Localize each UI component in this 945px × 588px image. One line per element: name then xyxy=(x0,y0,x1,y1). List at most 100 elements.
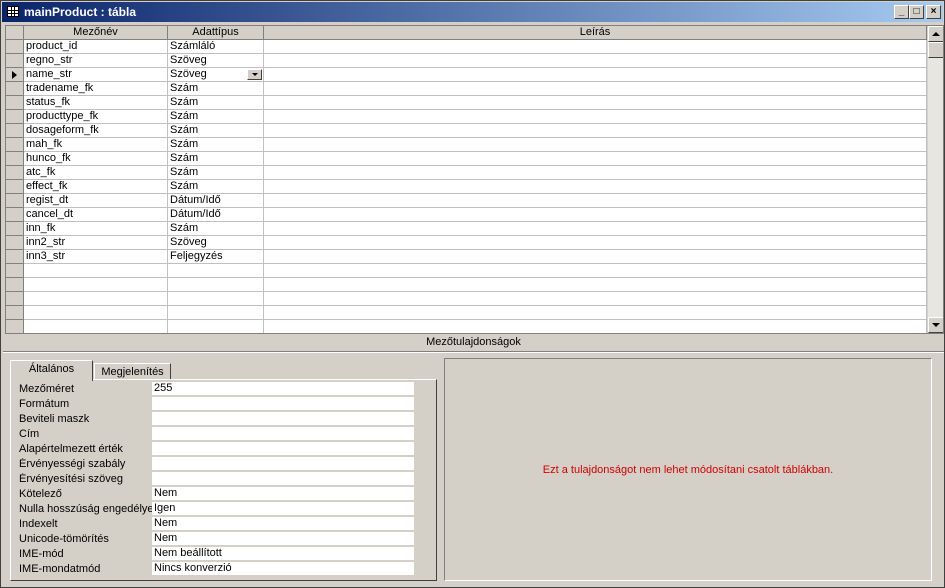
description-cell[interactable] xyxy=(264,278,927,292)
table-row[interactable]: dosageform_fk Szám xyxy=(6,124,927,138)
row-selector[interactable] xyxy=(6,124,24,138)
table-row[interactable]: inn3_str Feljegyzés xyxy=(6,250,927,264)
data-type-cell[interactable]: Szám xyxy=(168,222,264,236)
property-value-field[interactable] xyxy=(152,427,414,441)
table-row[interactable]: status_fk Szám xyxy=(6,96,927,110)
table-row[interactable]: inn2_str Szöveg xyxy=(6,236,927,250)
table-row[interactable] xyxy=(6,264,927,278)
description-cell[interactable] xyxy=(264,236,927,250)
description-cell[interactable] xyxy=(264,138,927,152)
field-name-cell[interactable]: dosageform_fk xyxy=(24,124,168,138)
row-selector[interactable] xyxy=(6,152,24,166)
field-name-cell[interactable]: product_id xyxy=(24,40,168,54)
row-selector[interactable] xyxy=(6,320,24,333)
table-row[interactable]: cancel_dt Dátum/Idő xyxy=(6,208,927,222)
row-selector[interactable] xyxy=(6,82,24,96)
data-type-cell[interactable]: Szám xyxy=(168,166,264,180)
row-selector[interactable] xyxy=(6,208,24,222)
field-name-cell[interactable]: producttype_fk xyxy=(24,110,168,124)
table-row[interactable] xyxy=(6,306,927,320)
description-cell[interactable] xyxy=(264,222,927,236)
property-value-field[interactable]: Nem xyxy=(152,532,414,546)
data-type-cell[interactable] xyxy=(168,292,264,306)
data-type-cell[interactable] xyxy=(168,306,264,320)
data-type-cell[interactable]: Szám xyxy=(168,180,264,194)
data-type-cell[interactable]: Szám xyxy=(168,96,264,110)
field-name-cell[interactable] xyxy=(24,306,168,320)
tab-general[interactable]: Általános xyxy=(10,360,93,381)
property-value-field[interactable] xyxy=(152,442,414,456)
description-cell[interactable] xyxy=(264,110,927,124)
row-selector[interactable] xyxy=(6,306,24,320)
table-row[interactable]: hunco_fk Szám xyxy=(6,152,927,166)
row-selector[interactable] xyxy=(6,194,24,208)
row-selector[interactable] xyxy=(6,222,24,236)
data-type-cell[interactable]: Szám xyxy=(168,138,264,152)
field-name-cell[interactable] xyxy=(24,320,168,333)
field-name-cell[interactable]: inn3_str xyxy=(24,250,168,264)
property-value-field[interactable]: Nem xyxy=(152,487,414,501)
field-name-cell[interactable] xyxy=(24,292,168,306)
minimize-button[interactable]: _ xyxy=(894,5,909,19)
field-name-cell[interactable]: tradename_fk xyxy=(24,82,168,96)
data-type-cell[interactable]: Szöveg xyxy=(168,54,264,68)
data-type-cell[interactable]: Szöveg xyxy=(168,236,264,250)
field-name-cell[interactable]: regist_dt xyxy=(24,194,168,208)
title-bar[interactable]: mainProduct : tábla _ □ × xyxy=(2,2,943,22)
field-name-cell[interactable]: effect_fk xyxy=(24,180,168,194)
table-row[interactable]: tradename_fk Szám xyxy=(6,82,927,96)
scroll-down-button[interactable] xyxy=(928,317,943,333)
row-selector[interactable] xyxy=(6,138,24,152)
description-cell[interactable] xyxy=(264,208,927,222)
table-row[interactable]: atc_fk Szám xyxy=(6,166,927,180)
field-name-cell[interactable]: cancel_dt xyxy=(24,208,168,222)
property-value-field[interactable]: Nincs konverzió xyxy=(152,562,414,576)
description-cell[interactable] xyxy=(264,40,927,54)
grid-vertical-scrollbar[interactable] xyxy=(927,26,943,333)
row-selector[interactable] xyxy=(6,40,24,54)
table-row[interactable] xyxy=(6,278,927,292)
description-cell[interactable] xyxy=(264,250,927,264)
description-cell[interactable] xyxy=(264,194,927,208)
data-type-cell[interactable]: Szám xyxy=(168,110,264,124)
table-row[interactable]: effect_fk Szám xyxy=(6,180,927,194)
row-selector[interactable] xyxy=(6,278,24,292)
row-selector[interactable] xyxy=(6,54,24,68)
scroll-thumb[interactable] xyxy=(928,42,943,58)
data-type-cell[interactable]: Dátum/Idő xyxy=(168,208,264,222)
table-row[interactable] xyxy=(6,320,927,333)
row-selector[interactable] xyxy=(6,166,24,180)
data-type-cell[interactable]: Szám xyxy=(168,152,264,166)
description-cell[interactable] xyxy=(264,124,927,138)
field-name-cell[interactable] xyxy=(24,278,168,292)
row-selector[interactable] xyxy=(6,250,24,264)
data-type-dropdown-button[interactable] xyxy=(247,69,262,80)
property-value-field[interactable]: Nem beállított xyxy=(152,547,414,561)
description-cell[interactable] xyxy=(264,82,927,96)
data-type-cell[interactable]: Dátum/Idő xyxy=(168,194,264,208)
field-name-cell[interactable]: regno_str xyxy=(24,54,168,68)
description-cell[interactable] xyxy=(264,152,927,166)
description-cell[interactable] xyxy=(264,320,927,333)
row-selector[interactable] xyxy=(6,292,24,306)
table-row[interactable]: product_id Számláló xyxy=(6,40,927,54)
description-cell[interactable] xyxy=(264,166,927,180)
data-type-cell[interactable] xyxy=(168,278,264,292)
close-button[interactable]: × xyxy=(926,5,941,19)
field-name-cell[interactable]: hunco_fk xyxy=(24,152,168,166)
row-selector[interactable] xyxy=(6,264,24,278)
row-selector[interactable] xyxy=(6,110,24,124)
property-value-field[interactable] xyxy=(152,397,414,411)
field-name-cell[interactable]: name_str xyxy=(24,68,168,82)
property-value-field[interactable]: 255 xyxy=(152,382,414,396)
description-cell[interactable] xyxy=(264,264,927,278)
field-name-cell[interactable] xyxy=(24,264,168,278)
table-row[interactable]: mah_fk Szám xyxy=(6,138,927,152)
scroll-up-button[interactable] xyxy=(928,26,943,42)
description-cell[interactable] xyxy=(264,180,927,194)
field-name-cell[interactable]: inn_fk xyxy=(24,222,168,236)
row-selector[interactable] xyxy=(6,96,24,110)
data-type-cell[interactable]: Szám xyxy=(168,82,264,96)
data-type-cell[interactable]: Szám xyxy=(168,124,264,138)
table-row[interactable]: producttype_fk Szám xyxy=(6,110,927,124)
